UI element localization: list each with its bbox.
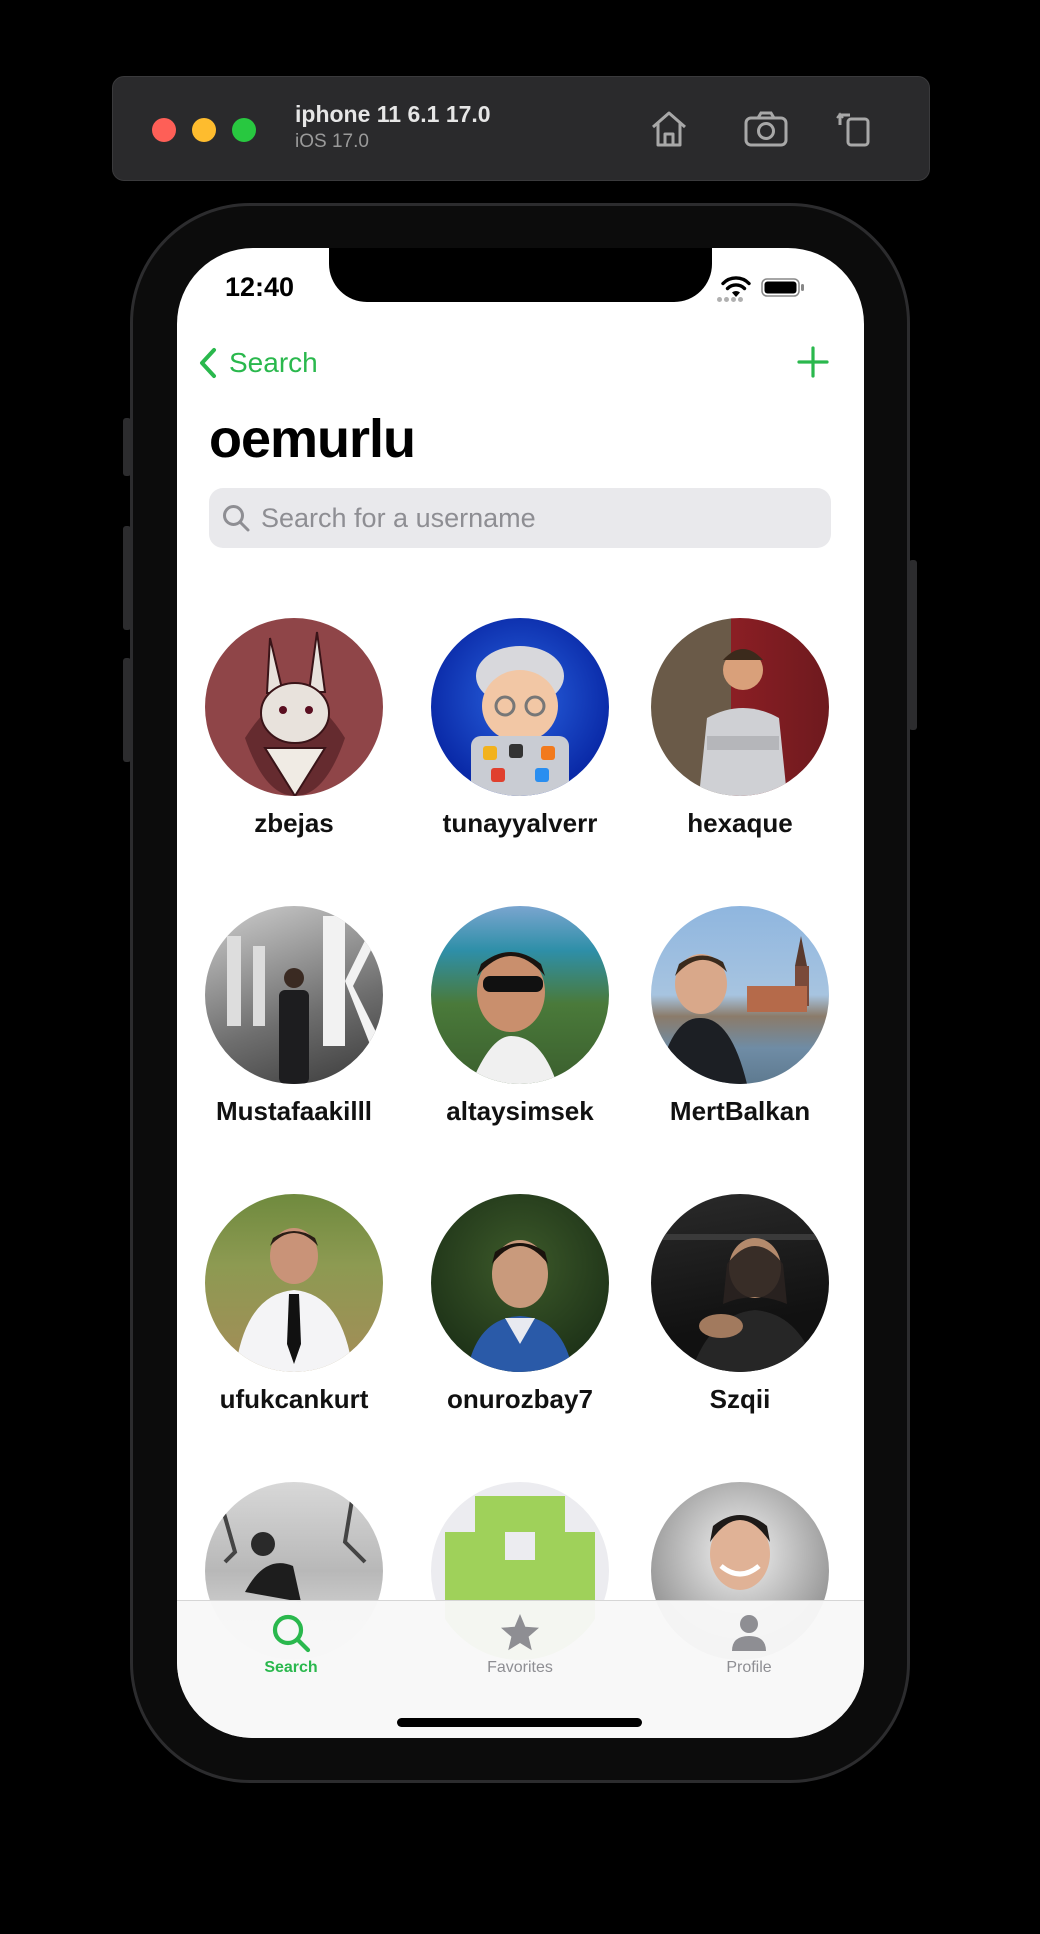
user-card-onurozbay7[interactable]: onurozbay7 <box>410 1194 630 1415</box>
username: onurozbay7 <box>447 1384 593 1414</box>
photo-avatar <box>205 1194 383 1372</box>
star-icon <box>501 1614 539 1651</box>
username: Szqii <box>709 1384 771 1414</box>
notch <box>329 248 712 302</box>
user-card-tunayyalverr[interactable]: tunayyalverr <box>410 618 630 839</box>
username: MertBalkan <box>669 1096 811 1126</box>
username: zbejas <box>254 808 334 838</box>
user-card-mustafaakilll[interactable]: Mustafaakilll <box>184 906 404 1127</box>
back-button-label: Search <box>229 347 318 378</box>
search-bar[interactable] <box>209 488 831 548</box>
power-button <box>909 560 917 730</box>
simulator-device-name: iphone 11 6.1 17.0 <box>295 101 491 127</box>
tab-profile[interactable]: Profile <box>649 1611 849 1677</box>
user-card-mertbalkan[interactable]: MertBalkan <box>630 906 850 1127</box>
wifi-icon <box>721 276 751 297</box>
photo-avatar <box>651 906 829 1084</box>
person-icon <box>732 1615 766 1651</box>
screenshot-icon[interactable] <box>740 103 792 155</box>
user-card-altaysimsek[interactable]: altaysimsek <box>410 906 630 1127</box>
username: ufukcankurt <box>219 1384 369 1414</box>
zoom-window-button[interactable] <box>232 118 256 142</box>
photo-avatar <box>651 618 829 796</box>
search-icon <box>223 505 250 532</box>
tab-label: Favorites <box>487 1659 553 1676</box>
page-title: oemurlu <box>209 409 416 469</box>
user-card-szqii[interactable]: Szqii <box>630 1194 850 1415</box>
status-time: 12:40 <box>225 272 295 302</box>
simulator-toolbar: iphone 11 6.1 17.0 iOS 17.0 <box>112 76 930 181</box>
username: Mustafaakilll <box>215 1096 373 1126</box>
minimize-window-button[interactable] <box>192 118 216 142</box>
back-button[interactable]: Search <box>195 346 318 380</box>
plus-icon[interactable] <box>796 345 830 379</box>
user-card-hexaque[interactable]: hexaque <box>630 618 850 839</box>
volume-up-button <box>123 526 131 630</box>
tab-search[interactable]: Search <box>191 1611 391 1677</box>
magnifier-icon <box>272 1614 311 1653</box>
photo-avatar <box>651 1194 829 1372</box>
username: altaysimsek <box>446 1096 594 1126</box>
photo-avatar <box>431 906 609 1084</box>
tab-favorites[interactable]: Favorites <box>420 1611 620 1677</box>
photo-avatar <box>205 906 383 1084</box>
close-window-button[interactable] <box>152 118 176 142</box>
tab-label: Search <box>264 1659 318 1676</box>
home-indicator <box>397 1718 642 1727</box>
username: tunayyalverr <box>442 808 598 838</box>
app-screen: 12:40 Search oemurlu Search for a userna… <box>177 248 864 1738</box>
volume-down-button <box>123 658 131 762</box>
illustrated-rabbit-avatar <box>205 618 383 796</box>
username: hexaque <box>687 808 793 838</box>
simulator-os-version: iOS 17.0 <box>295 131 369 152</box>
mute-switch <box>123 418 131 476</box>
user-card-zbejas[interactable]: zbejas <box>184 618 404 839</box>
battery-icon <box>761 278 804 297</box>
search-input[interactable] <box>261 502 801 534</box>
tab-label: Profile <box>726 1659 772 1676</box>
rotate-icon[interactable] <box>830 103 882 155</box>
memoji-avatar <box>431 618 609 796</box>
chevron-left-icon <box>200 348 216 378</box>
user-card-ufukcankurt[interactable]: ufukcankurt <box>184 1194 404 1415</box>
photo-avatar <box>431 1194 609 1372</box>
home-icon[interactable] <box>643 103 695 155</box>
